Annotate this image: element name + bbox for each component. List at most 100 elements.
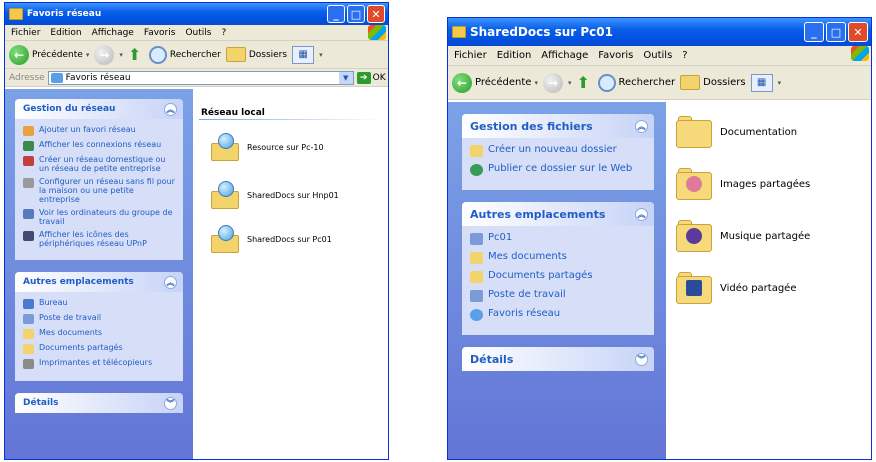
folder-item[interactable]: Images partagées — [676, 168, 810, 200]
file-view: Documentation Images partagées Musique p… — [666, 102, 871, 459]
place-documents-partages[interactable]: Documents partagés — [23, 343, 177, 354]
folder-item[interactable]: Musique partagée — [676, 220, 810, 252]
forward-button[interactable]: → — [94, 44, 115, 65]
panel-title: Autres emplacements — [23, 277, 134, 287]
network-connections-icon — [23, 141, 34, 151]
place-poste-de-travail[interactable]: Poste de travail — [23, 313, 177, 324]
task-publish-web[interactable]: Publier ce dossier sur le Web — [470, 163, 648, 176]
search-icon — [148, 45, 167, 64]
panel-header[interactable]: Autres emplacements ︽ — [462, 202, 654, 226]
place-favoris-reseau[interactable]: Favoris réseau — [470, 308, 648, 321]
folder-item[interactable]: Documentation — [676, 116, 797, 148]
forward-dropdown-icon[interactable]: ▾ — [119, 51, 123, 59]
task-home-network[interactable]: Créer un réseau domestique ou un réseau … — [23, 155, 177, 173]
views-dropdown-icon[interactable]: ▾ — [778, 79, 782, 87]
task-label: Publier ce dossier sur le Web — [488, 163, 633, 174]
network-share-item[interactable]: SharedDocs sur Hnp01 — [211, 181, 339, 209]
folder-item[interactable]: Vidéo partagée — [676, 272, 796, 304]
network-share-icon — [211, 133, 241, 161]
address-dropdown-icon[interactable]: ▼ — [338, 71, 353, 84]
close-button[interactable]: ✕ — [367, 5, 385, 23]
back-dropdown-icon[interactable]: ▾ — [534, 79, 538, 87]
menu-help[interactable]: ? — [221, 28, 226, 38]
place-label: Poste de travail — [488, 289, 566, 300]
place-mes-documents[interactable]: Mes documents — [23, 328, 177, 339]
place-pc01[interactable]: Pc01 — [470, 232, 648, 245]
place-imprimantes[interactable]: Imprimantes et télécopieurs — [23, 358, 177, 369]
menu-edition[interactable]: Edition — [50, 28, 81, 38]
panel-header[interactable]: Gestion des fichiers ︽ — [462, 114, 654, 138]
collapse-icon[interactable]: ︽ — [164, 275, 177, 289]
menu-outils[interactable]: Outils — [643, 50, 672, 61]
expand-icon[interactable]: ︾ — [164, 396, 177, 410]
search-button[interactable]: Rechercher — [597, 73, 676, 92]
task-new-folder[interactable]: Créer un nouveau dossier — [470, 144, 648, 157]
network-share-item[interactable]: Resource sur Pc-10 — [211, 133, 324, 161]
item-label: SharedDocs sur Hnp01 — [247, 190, 339, 200]
back-label: Précédente — [475, 77, 532, 88]
panel-header[interactable]: Autres emplacements ︽ — [15, 272, 183, 292]
pictures-folder-icon — [676, 168, 712, 200]
go-button[interactable]: ➔ OK — [356, 71, 386, 84]
menu-outils[interactable]: Outils — [185, 28, 211, 38]
panel-header[interactable]: Gestion du réseau ︽ — [15, 99, 183, 119]
title-bar[interactable]: Favoris réseau _ □ ✕ — [5, 3, 388, 25]
address-input[interactable]: Favoris réseau ▼ — [47, 70, 354, 85]
collapse-icon[interactable]: ︽ — [164, 102, 177, 116]
menu-help[interactable]: ? — [682, 50, 687, 61]
maximize-button[interactable]: □ — [826, 22, 846, 42]
home-network-icon — [23, 156, 34, 166]
title-bar[interactable]: SharedDocs sur Pc01 _ □ ✕ — [448, 18, 871, 46]
forward-button[interactable]: → — [542, 72, 563, 93]
menu-fichier[interactable]: Fichier — [11, 28, 40, 38]
task-wireless-network[interactable]: Configurer un réseau sans fil pour la ma… — [23, 177, 177, 204]
network-tasks-panel: Gestion du réseau ︽ Ajouter un favori ré… — [15, 99, 183, 260]
menu-edition[interactable]: Edition — [497, 50, 532, 61]
window-title: SharedDocs sur Pc01 — [470, 25, 613, 39]
minimize-button[interactable]: _ — [327, 5, 345, 23]
task-pane: Gestion des fichiers ︽ Créer un nouveau … — [448, 102, 666, 459]
expand-icon[interactable]: ︾ — [635, 352, 648, 366]
views-button[interactable]: ▦ — [750, 73, 773, 92]
panel-header[interactable]: Détails ︾ — [462, 347, 654, 371]
place-bureau[interactable]: Bureau — [23, 298, 177, 309]
forward-dropdown-icon[interactable]: ▾ — [568, 79, 572, 87]
folders-button[interactable]: Dossiers — [680, 75, 746, 90]
task-label: Afficher les icônes des périphériques ré… — [39, 230, 147, 248]
views-button[interactable]: ▦ — [292, 45, 315, 64]
folders-button[interactable]: Dossiers — [225, 47, 287, 62]
panel-header[interactable]: Détails ︾ — [15, 393, 183, 413]
collapse-icon[interactable]: ︽ — [635, 119, 648, 133]
maximize-button[interactable]: □ — [347, 5, 365, 23]
views-dropdown-icon[interactable]: ▾ — [319, 51, 323, 59]
up-folder-button[interactable]: ⬆ — [128, 45, 144, 64]
search-button[interactable]: Rechercher — [148, 45, 221, 64]
menu-affichage[interactable]: Affichage — [92, 28, 134, 38]
menu-affichage[interactable]: Affichage — [541, 50, 588, 61]
desktop-icon — [23, 299, 34, 309]
search-label: Rechercher — [618, 77, 676, 88]
menu-favoris[interactable]: Favoris — [144, 28, 176, 38]
minimize-button[interactable]: _ — [804, 22, 824, 42]
group-divider — [199, 119, 382, 120]
back-dropdown-icon[interactable]: ▾ — [86, 51, 90, 59]
task-workgroup-computers[interactable]: Voir les ordinateurs du groupe de travai… — [23, 208, 177, 226]
close-button[interactable]: ✕ — [848, 22, 868, 42]
task-add-network-place[interactable]: Ajouter un favori réseau — [23, 125, 177, 136]
back-button[interactable]: ← Précédente ▾ — [452, 72, 538, 93]
collapse-icon[interactable]: ︽ — [635, 207, 648, 221]
place-documents-partages[interactable]: Documents partagés — [470, 270, 648, 283]
menu-favoris[interactable]: Favoris — [598, 50, 633, 61]
menu-fichier[interactable]: Fichier — [454, 50, 487, 61]
file-tasks-panel: Gestion des fichiers ︽ Créer un nouveau … — [462, 114, 654, 190]
up-folder-button[interactable]: ⬆ — [577, 73, 593, 92]
workgroup-icon — [23, 209, 34, 219]
place-poste-de-travail[interactable]: Poste de travail — [470, 289, 648, 302]
task-upnp-icons[interactable]: Afficher les icônes des périphériques ré… — [23, 230, 177, 248]
back-button[interactable]: ← Précédente ▾ — [9, 44, 90, 65]
network-share-item[interactable]: SharedDocs sur Pc01 — [211, 225, 332, 253]
toolbar: ← Précédente ▾ → ▾ ⬆ Rechercher Dossiers… — [448, 66, 871, 100]
task-view-connections[interactable]: Afficher les connexions réseau — [23, 140, 177, 151]
place-mes-documents[interactable]: Mes documents — [470, 251, 648, 264]
new-folder-icon — [470, 145, 483, 157]
